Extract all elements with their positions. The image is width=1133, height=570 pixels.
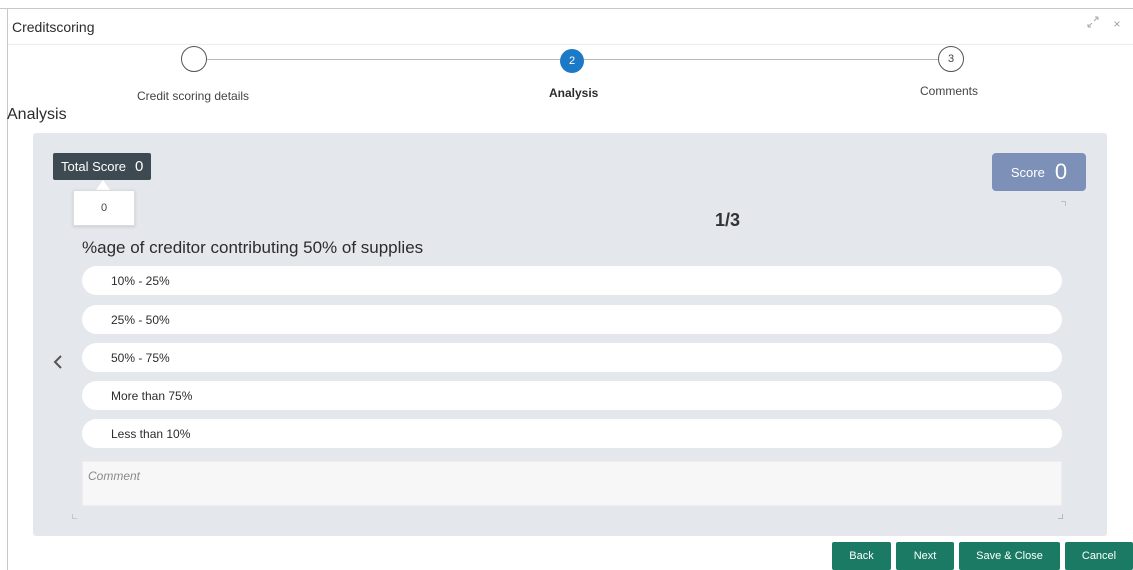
step-3-label[interactable]: Comments [920, 84, 978, 98]
total-score-badge: Total Score 0 [53, 153, 152, 180]
step-1-label[interactable]: Credit scoring details [137, 89, 249, 103]
chevron-left-icon[interactable] [50, 353, 66, 374]
score-value: 0 [1054, 159, 1068, 184]
answer-option[interactable]: 50% - 75% [82, 343, 1062, 372]
collapse-arrows-icon[interactable] [1087, 16, 1099, 31]
stepper-connector [207, 59, 560, 60]
answer-option[interactable]: Less than 10% [82, 419, 1062, 448]
step-1-circle[interactable] [181, 46, 207, 72]
total-score-value: 0 [135, 158, 144, 175]
page-indicator: 1/3 [715, 210, 741, 230]
window-controls: × [1087, 16, 1123, 31]
total-score-tooltip: 0 [73, 190, 135, 226]
stepper-connector [584, 59, 938, 60]
back-button[interactable]: Back [832, 542, 891, 570]
close-icon[interactable]: × [1111, 17, 1123, 31]
corner-mark [1061, 201, 1066, 206]
answer-option[interactable]: 25% - 50% [82, 305, 1062, 334]
window-top-border [0, 8, 1133, 9]
step-3-circle[interactable]: 3 [938, 46, 964, 72]
corner-mark [72, 514, 77, 519]
question-text: %age of creditor contributing 50% of sup… [82, 238, 424, 257]
total-score-label: Total Score [61, 159, 127, 174]
save-close-button[interactable]: Save & Close [959, 542, 1060, 570]
comment-field[interactable]: Comment [82, 461, 1062, 506]
step-2-circle[interactable]: 2 [560, 49, 584, 73]
answer-option[interactable]: More than 75% [82, 381, 1062, 410]
window-title: Creditscoring [12, 19, 95, 35]
cancel-button[interactable]: Cancel [1065, 542, 1133, 570]
score-label: Score [1010, 164, 1045, 180]
window-left-border [7, 8, 8, 570]
score-badge: Score 0 [992, 153, 1086, 191]
step-2-label[interactable]: Analysis [549, 86, 598, 100]
resize-handle[interactable] [1058, 514, 1063, 519]
answer-option[interactable]: 10% - 25% [82, 266, 1062, 295]
section-title: Analysis [7, 106, 67, 123]
title-divider [8, 44, 1133, 45]
tooltip-pointer [96, 180, 110, 190]
next-button[interactable]: Next [896, 542, 954, 570]
